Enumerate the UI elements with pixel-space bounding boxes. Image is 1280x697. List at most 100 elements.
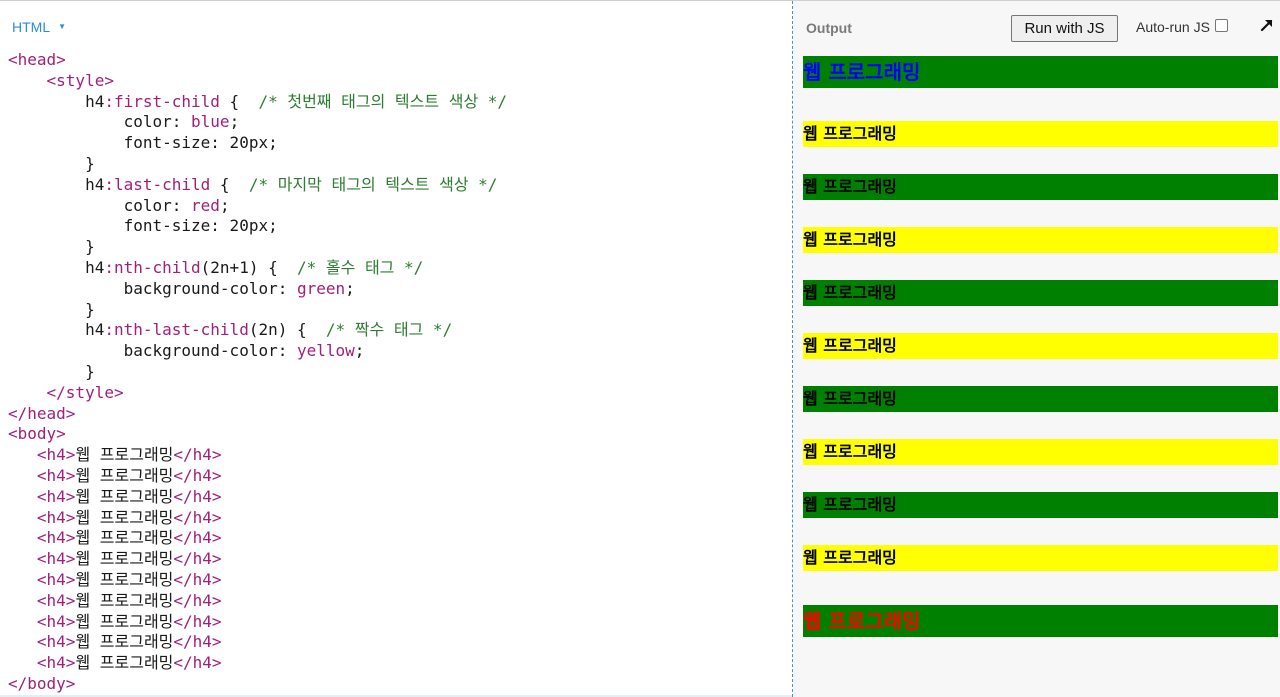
code-token-tag: </h4> xyxy=(173,465,222,485)
code-line: <h4>웹 프로그래밍</h4> xyxy=(8,487,507,508)
code-token-text: } xyxy=(8,153,95,173)
code-line: <h4>웹 프로그래밍</h4> xyxy=(8,549,507,570)
code-token-pseudo: :last-child xyxy=(104,174,211,194)
code-line: color: blue; xyxy=(8,112,507,133)
preview-heading: 웹 프로그래밍 xyxy=(803,227,1278,253)
code-token-text: 웹 프로그래밍 xyxy=(75,465,174,485)
auto-run-label: Auto-run JS xyxy=(1136,19,1210,35)
preview-heading: 웹 프로그래밍 xyxy=(803,121,1278,147)
code-token-tag: </h4> xyxy=(173,590,222,610)
code-token-comment: /* 홀수 태그 */ xyxy=(296,257,424,277)
code-token-text: ; xyxy=(354,341,365,361)
code-playground: HTML ▼ <head> <style> h4:first-child { /… xyxy=(0,0,1280,697)
code-line: background-color: green; xyxy=(8,279,507,300)
code-line: h4:first-child { /* 첫번째 태그의 텍스트 색상 */ xyxy=(8,92,507,113)
preview-heading: 웹 프로그래밍 xyxy=(803,174,1278,200)
code-line: <h4>웹 프로그래밍</h4> xyxy=(8,445,507,466)
code-token-pseudo: :first-child xyxy=(104,91,220,111)
code-token-text: h4 xyxy=(8,320,105,340)
code-token-tag: <h4> xyxy=(36,590,76,610)
code-token-tag: <h4> xyxy=(36,486,76,506)
code-token-text: 웹 프로그래밍 xyxy=(75,590,174,610)
code-token-tag: <h4> xyxy=(36,465,76,485)
code-token-tag: <h4> xyxy=(36,507,76,527)
code-token-tag: </h4> xyxy=(173,611,222,631)
caret-down-icon: ▼ xyxy=(58,22,67,31)
code-token-pseudo: :nth-last-child xyxy=(104,320,249,340)
code-token-tag: </h4> xyxy=(173,549,222,569)
code-token-tag: </h4> xyxy=(173,569,222,589)
code-line: <h4>웹 프로그래밍</h4> xyxy=(8,528,507,549)
code-line: background-color: yellow; xyxy=(8,341,507,362)
code-token-text: ; xyxy=(219,195,230,215)
code-token-text: background-color: xyxy=(8,341,297,361)
language-selector[interactable]: HTML ▼ xyxy=(12,19,66,35)
code-token-text: 웹 프로그래밍 xyxy=(75,632,174,652)
code-token-text: } xyxy=(8,237,95,257)
code-line: h4:nth-child(2n+1) { /* 홀수 태그 */ xyxy=(8,258,507,279)
preview-heading: 웹 프로그래밍 xyxy=(803,605,1278,637)
code-line: font-size: 20px; xyxy=(8,216,507,237)
code-token-tag: </h4> xyxy=(173,632,222,652)
code-token-text: 웹 프로그래밍 xyxy=(75,486,174,506)
code-token-text: } xyxy=(8,361,95,381)
code-token-tag: <h4> xyxy=(36,632,76,652)
code-token-text: h4 xyxy=(8,257,105,277)
code-line: <h4>웹 프로그래밍</h4> xyxy=(8,508,507,529)
auto-run-toggle[interactable]: Auto-run JS xyxy=(1136,18,1228,35)
code-line: </style> xyxy=(8,383,507,404)
code-token-comment: /* 첫번째 태그의 텍스트 색상 */ xyxy=(258,91,508,111)
preview-heading: 웹 프로그래밍 xyxy=(803,545,1278,571)
code-line: <head> xyxy=(8,50,507,71)
code-token-pseudo: :nth-child xyxy=(104,257,201,277)
code-line: <h4>웹 프로그래밍</h4> xyxy=(8,653,507,674)
code-token-tag: <style> xyxy=(46,70,114,90)
auto-run-checkbox[interactable] xyxy=(1214,18,1228,32)
code-editor[interactable]: <head> <style> h4:first-child { /* 첫번째 태… xyxy=(8,50,507,695)
preview-heading: 웹 프로그래밍 xyxy=(803,439,1278,465)
html-editor-pane[interactable]: HTML ▼ <head> <style> h4:first-child { /… xyxy=(0,1,792,697)
code-token-text: { xyxy=(210,174,249,194)
code-line: <h4>웹 프로그래밍</h4> xyxy=(8,570,507,591)
run-with-js-button[interactable]: Run with JS xyxy=(1011,15,1118,42)
code-token-text: ; xyxy=(345,278,355,298)
output-label: Output xyxy=(806,20,852,36)
code-token-val: yellow xyxy=(296,341,355,361)
code-token-tag: </head> xyxy=(8,403,76,423)
code-token-tag: <h4> xyxy=(36,569,76,589)
expand-arrow-icon[interactable] xyxy=(1259,17,1275,33)
code-token-text: { xyxy=(219,91,259,111)
code-line: font-size: 20px; xyxy=(8,133,507,154)
code-token-text: color: xyxy=(8,112,192,132)
code-token-tag: </h4> xyxy=(173,486,222,506)
code-token-text: ; xyxy=(229,112,240,132)
code-line: <h4>웹 프로그래밍</h4> xyxy=(8,632,507,653)
code-token-tag: <h4> xyxy=(36,528,76,548)
code-token-tag: </body> xyxy=(8,673,76,693)
code-token-comment: /* 짝수 태그 */ xyxy=(325,320,453,340)
code-token-text: color: xyxy=(8,195,192,215)
code-line: </body> xyxy=(8,674,507,695)
code-token-text: 웹 프로그래밍 xyxy=(75,507,174,527)
code-token-tag: <h4> xyxy=(36,611,76,631)
code-token-tag: </h4> xyxy=(173,507,222,527)
code-token-text: 웹 프로그래밍 xyxy=(75,549,174,569)
code-token-text: font-size: 20px; xyxy=(8,216,278,236)
code-token-text: 웹 프로그래밍 xyxy=(75,611,174,631)
preview-heading: 웹 프로그래밍 xyxy=(803,280,1278,306)
code-token-tag: </h4> xyxy=(173,528,222,548)
code-token-text: (2n+1) { xyxy=(200,257,297,277)
code-token-text: } xyxy=(8,299,95,319)
code-token-text: 웹 프로그래밍 xyxy=(75,528,174,548)
